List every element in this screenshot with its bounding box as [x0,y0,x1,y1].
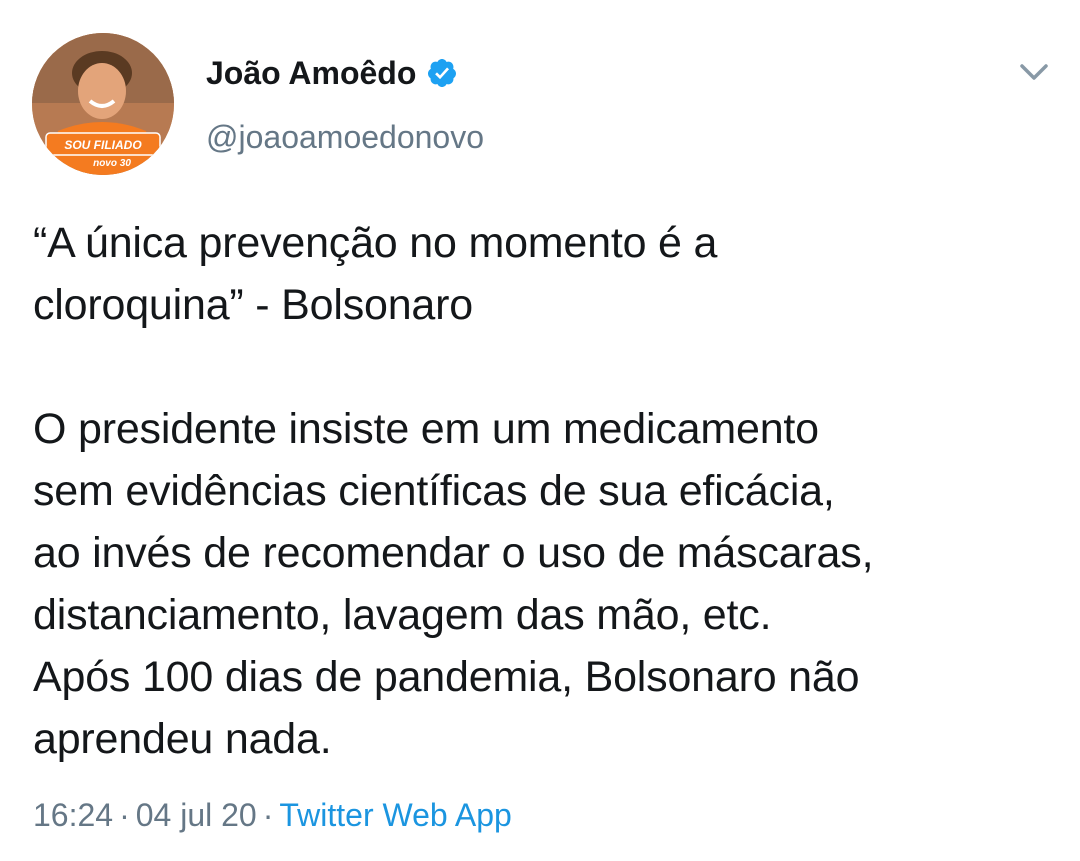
avatar-badge-text: SOU FILIADO [64,138,142,152]
tweet-card: SOU FILIADO novo 30 João Amoêdo @joaoamo… [0,0,1080,861]
tweet-time[interactable]: 16:24 [33,797,113,833]
tweet-meta: 16:24 · 04 jul 20 · Twitter Web App [33,795,512,835]
tweet-date[interactable]: 04 jul 20 [136,797,257,833]
tweet-text: “A única prevenção no momento é a cloroq… [33,219,874,763]
author-name-row[interactable]: João Amoêdo [206,53,458,93]
meta-separator: · [119,797,130,833]
avatar-image: SOU FILIADO novo 30 [32,33,174,175]
verified-badge-icon [428,59,457,87]
avatar-badge-sub: novo 30 [93,158,131,169]
tweet-source-link[interactable]: Twitter Web App [279,797,511,833]
chevron-down-icon[interactable] [1016,58,1052,86]
avatar[interactable]: SOU FILIADO novo 30 [32,33,174,175]
author-handle[interactable]: @joaoamoedonovo [206,117,484,157]
author-name[interactable]: João Amoêdo [206,53,416,93]
meta-separator: · [262,797,274,833]
